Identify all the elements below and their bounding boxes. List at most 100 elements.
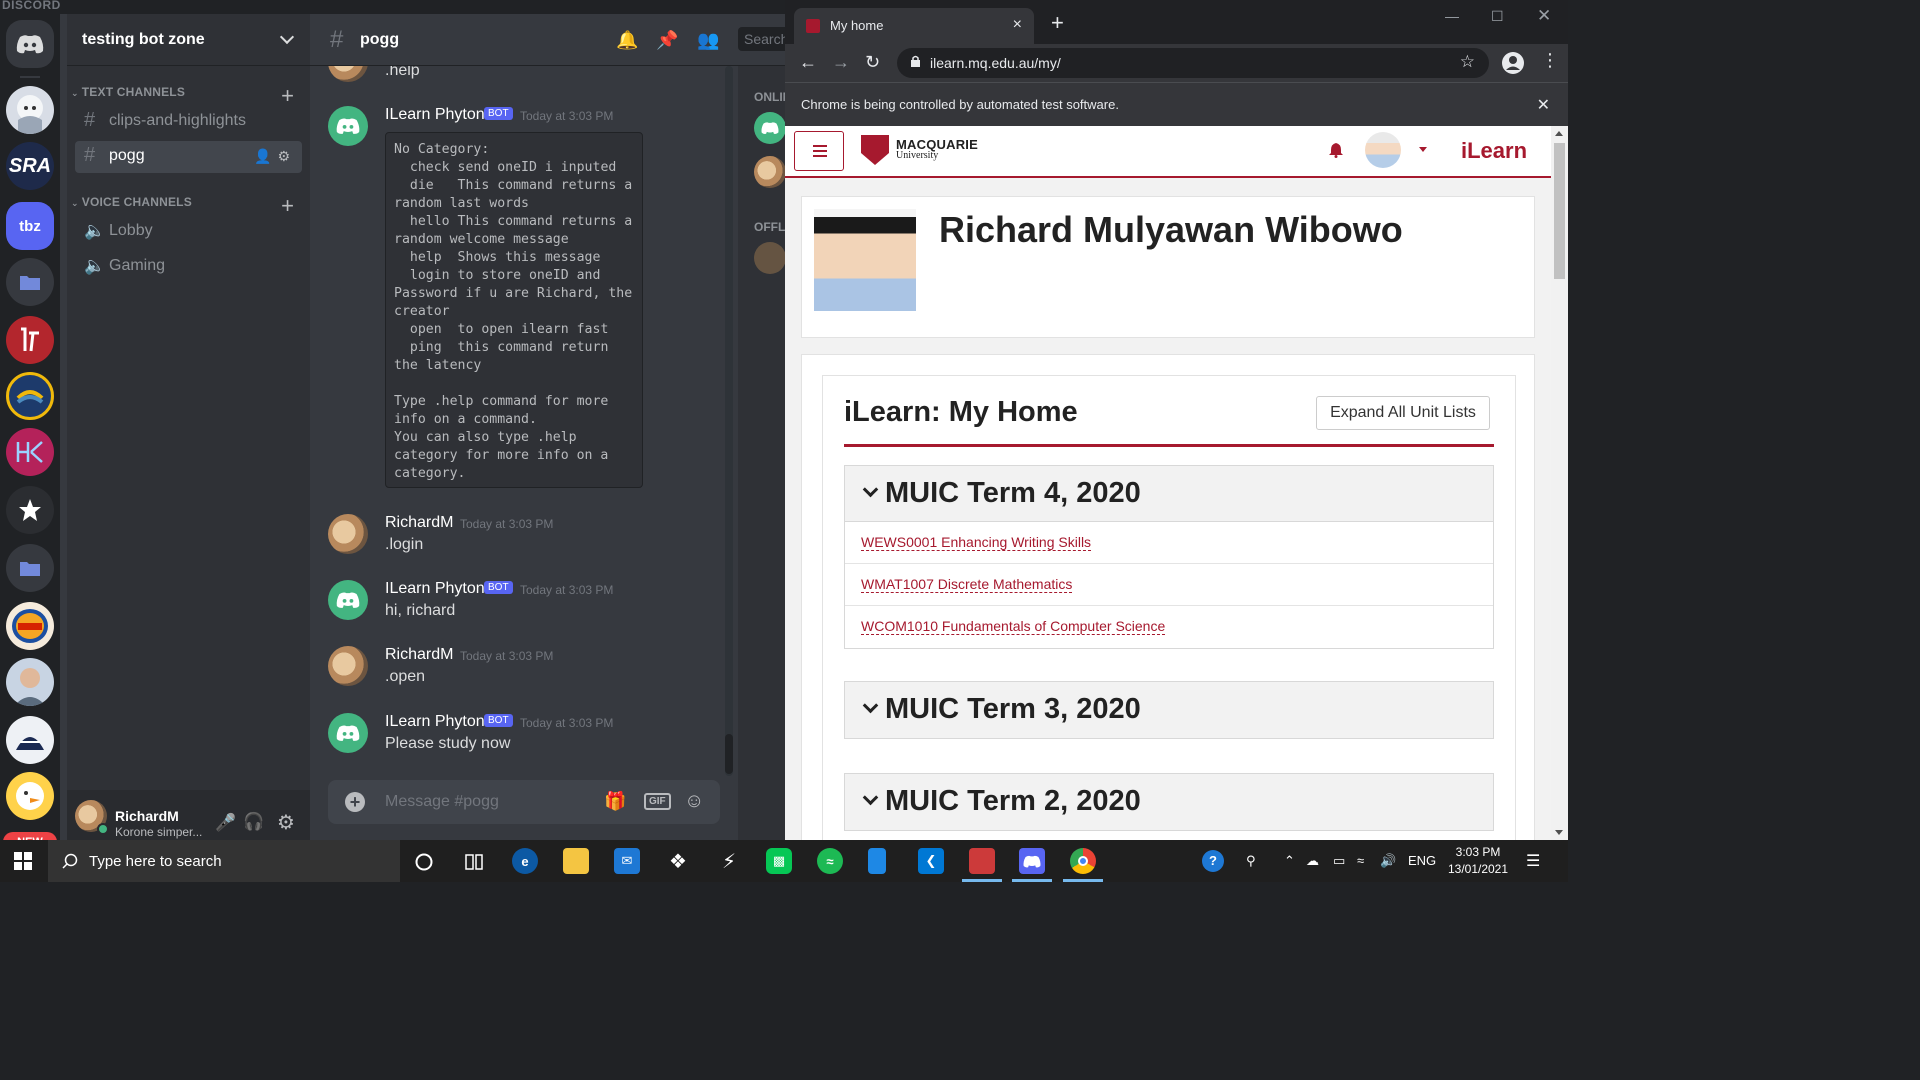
- message-author[interactable]: RichardM: [385, 514, 453, 532]
- user-settings-gear-icon[interactable]: ⚙: [277, 810, 295, 835]
- voice-channel-gaming[interactable]: 🔈 Gaming: [75, 251, 302, 283]
- user-avatar[interactable]: [1365, 132, 1401, 168]
- message-author[interactable]: ILearn Phyton: [385, 713, 485, 731]
- scroll-up-arrow-icon[interactable]: [1555, 131, 1563, 136]
- unit-link[interactable]: WCOM1010 Fundamentals of Computer Scienc…: [861, 618, 1166, 635]
- onedrive-cloud-icon[interactable]: ☁: [1306, 853, 1319, 869]
- reload-icon[interactable]: ↻: [865, 52, 880, 73]
- bot-avatar[interactable]: [328, 580, 368, 620]
- server-icon-python[interactable]: [6, 372, 54, 420]
- server-icon-burger-king[interactable]: [6, 602, 54, 650]
- category-voice-channels[interactable]: ⌄ VOICE CHANNELS: [71, 195, 192, 209]
- spotify-icon[interactable]: ≈: [817, 848, 843, 874]
- emoji-icon[interactable]: ☺: [684, 790, 704, 813]
- kebab-menu-icon[interactable]: ⋮: [1541, 50, 1559, 71]
- page-scrollbar[interactable]: [1551, 126, 1568, 840]
- add-voice-channel-icon[interactable]: +: [281, 195, 294, 217]
- member-avatar[interactable]: [754, 112, 785, 144]
- server-icon-tbz[interactable]: tbz: [6, 202, 54, 250]
- forward-arrow-icon[interactable]: →: [832, 52, 850, 73]
- home-button[interactable]: [6, 20, 54, 68]
- server-icon-hk[interactable]: [6, 428, 54, 476]
- new-tab-icon[interactable]: +: [1051, 12, 1064, 34]
- add-text-channel-icon[interactable]: +: [281, 85, 294, 107]
- bot-avatar[interactable]: [328, 106, 368, 146]
- avatar[interactable]: [328, 514, 368, 554]
- members-icon[interactable]: 👥: [697, 30, 719, 52]
- microphone-icon[interactable]: 🎤: [215, 813, 236, 833]
- pin-icon[interactable]: 📌: [656, 30, 678, 52]
- help-icon[interactable]: ?: [1202, 850, 1224, 872]
- scrollbar-thumb[interactable]: [725, 734, 733, 774]
- line-app-icon[interactable]: ▩: [766, 848, 792, 874]
- term-header[interactable]: MUIC Term 4, 2020: [845, 466, 1493, 522]
- system-clock[interactable]: 3:03 PM 13/01/2021: [1440, 844, 1516, 878]
- edge-icon[interactable]: e: [512, 848, 538, 874]
- gif-button[interactable]: GIF: [644, 793, 671, 810]
- close-infobar-icon[interactable]: ✕: [1537, 95, 1550, 115]
- bookmark-star-icon[interactable]: ☆: [1460, 52, 1475, 72]
- server-icon-sketch[interactable]: [6, 716, 54, 764]
- python-app-icon[interactable]: [969, 848, 995, 874]
- server-folder-2[interactable]: [6, 544, 54, 592]
- unit-link[interactable]: WEWS0001 Enhancing Writing Skills: [861, 534, 1092, 551]
- dropbox-icon[interactable]: ❖: [665, 848, 691, 874]
- scroll-down-arrow-icon[interactable]: [1555, 830, 1563, 835]
- unit-link[interactable]: WMAT1007 Discrete Mathematics: [861, 576, 1073, 593]
- category-text-channels[interactable]: ⌄ TEXT CHANNELS: [71, 85, 185, 99]
- avatar[interactable]: [328, 66, 368, 82]
- hamburger-menu-icon[interactable]: [794, 131, 844, 171]
- tab-my-home[interactable]: My home ×: [794, 8, 1034, 44]
- bot-avatar[interactable]: [328, 713, 368, 753]
- channel-pogg[interactable]: # pogg 👤 ⚙: [75, 141, 302, 173]
- voice-channel-lobby[interactable]: 🔈 Lobby: [75, 216, 302, 248]
- channel-clips-and-highlights[interactable]: # clips-and-highlights: [75, 106, 302, 138]
- close-tab-icon[interactable]: ×: [1013, 16, 1022, 34]
- attach-plus-icon[interactable]: +: [345, 792, 365, 812]
- lightning-app-icon[interactable]: ⚡: [716, 848, 742, 874]
- chat-scrollbar[interactable]: [725, 66, 733, 776]
- server-icon-anime[interactable]: [6, 86, 54, 134]
- caret-down-icon[interactable]: [1419, 147, 1427, 152]
- scrollbar-thumb[interactable]: [1554, 143, 1565, 279]
- minimize-icon[interactable]: —: [1445, 8, 1459, 24]
- server-folder-1[interactable]: [6, 258, 54, 306]
- server-header[interactable]: testing bot zone: [67, 14, 310, 66]
- ilearn-brand[interactable]: iLearn: [1461, 138, 1527, 164]
- message-author[interactable]: RichardM: [385, 646, 453, 664]
- vscode-icon[interactable]: ❮: [918, 848, 944, 874]
- task-view-icon[interactable]: [464, 852, 484, 872]
- action-center-icon[interactable]: ☰: [1526, 851, 1540, 871]
- term-header[interactable]: MUIC Term 3, 2020: [845, 682, 1493, 738]
- back-arrow-icon[interactable]: ←: [799, 52, 817, 73]
- profile-icon[interactable]: [1501, 51, 1525, 75]
- close-window-icon[interactable]: ✕: [1537, 6, 1551, 26]
- search-input[interactable]: Search: [738, 27, 785, 51]
- avatar[interactable]: [328, 646, 368, 686]
- volume-icon[interactable]: 🔊: [1380, 853, 1396, 869]
- member-avatar-offline[interactable]: [754, 242, 785, 274]
- server-icon-duck[interactable]: [6, 772, 54, 820]
- taskbar-search[interactable]: Type here to search: [48, 840, 400, 882]
- windows-start-icon[interactable]: [14, 852, 32, 870]
- expand-all-button[interactable]: Expand All Unit Lists: [1316, 396, 1490, 430]
- chevron-up-icon[interactable]: ⌃: [1284, 853, 1295, 869]
- message-author[interactable]: ILearn Phyton: [385, 106, 485, 124]
- people-icon[interactable]: ⚲: [1246, 853, 1256, 869]
- headphones-icon[interactable]: 🎧: [243, 812, 264, 832]
- server-icon-sra[interactable]: SRA: [6, 142, 54, 190]
- message-input[interactable]: Message #pogg: [385, 793, 499, 811]
- maximize-icon[interactable]: ☐: [1491, 8, 1504, 25]
- document-app-icon[interactable]: [868, 848, 886, 874]
- gift-icon[interactable]: 🎁: [604, 791, 626, 812]
- address-bar[interactable]: ilearn.mq.edu.au/my/ ☆: [897, 48, 1489, 78]
- server-icon-star[interactable]: [6, 486, 54, 534]
- gear-icon[interactable]: ⚙: [277, 148, 290, 164]
- message-composer[interactable]: + Message #pogg 🎁 GIF ☺: [328, 780, 720, 824]
- battery-icon[interactable]: ▭: [1333, 853, 1345, 869]
- notification-bell-icon[interactable]: [1329, 142, 1343, 158]
- file-explorer-icon[interactable]: [563, 848, 589, 874]
- term-header[interactable]: MUIC Term 2, 2020: [845, 774, 1493, 830]
- member-avatar[interactable]: [754, 156, 785, 188]
- discord-taskbar-icon[interactable]: [1019, 848, 1045, 874]
